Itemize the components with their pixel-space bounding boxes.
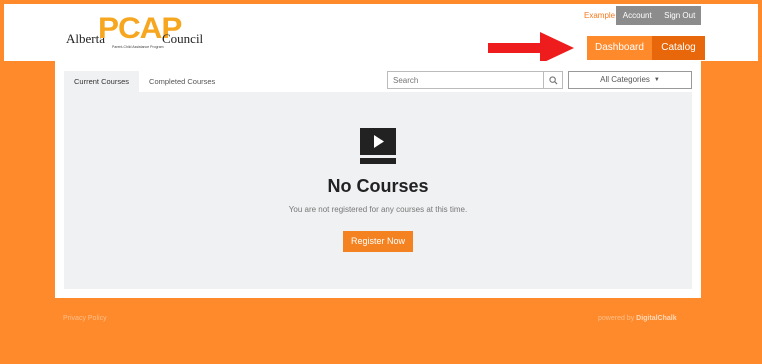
category-selected-value: All Categories — [600, 75, 650, 84]
powered-by: powered by DigitalChalk — [598, 315, 677, 322]
sign-out-button[interactable]: Sign Out — [659, 6, 702, 25]
empty-state-heading: No Courses — [327, 176, 429, 196]
site-header: Alberta PCAP Council Parent-Child Assist… — [4, 4, 758, 61]
nav-dashboard-tab[interactable]: Dashboard — [587, 36, 652, 60]
search-button[interactable] — [543, 72, 562, 88]
search-icon — [548, 75, 558, 85]
register-now-button[interactable]: Register Now — [343, 231, 413, 252]
category-select[interactable]: All Categories ▼ — [568, 71, 692, 89]
logo-tagline: Parent-Child Assistance Program — [112, 45, 164, 49]
chevron-down-icon: ▼ — [653, 77, 660, 83]
red-annotation-arrow-icon — [488, 32, 574, 64]
courses-panel: Current Courses Completed Courses All Ca… — [55, 61, 701, 298]
account-button[interactable]: Account — [616, 6, 659, 25]
tab-current-courses[interactable]: Current Courses — [64, 71, 140, 92]
play-video-icon — [360, 128, 396, 164]
empty-state-message: You are not registered for any courses a… — [288, 205, 468, 214]
course-search — [387, 71, 563, 89]
nav-catalog-tab[interactable]: Catalog — [652, 36, 705, 60]
tab-completed-courses[interactable]: Completed Courses — [139, 71, 225, 92]
course-tabs: Current Courses Completed Courses — [64, 71, 225, 92]
empty-state: No Courses You are not registered for an… — [64, 92, 692, 289]
main-nav: Dashboard Catalog — [587, 36, 705, 60]
privacy-policy-link[interactable]: Privacy Policy — [63, 315, 107, 322]
account-bar: Account Sign Out — [616, 6, 701, 25]
digitalchalk-link[interactable]: DigitalChalk — [636, 315, 676, 322]
logo-council-text: Council — [162, 31, 204, 46]
powered-by-text: powered by — [598, 315, 635, 322]
search-input[interactable] — [388, 72, 543, 88]
